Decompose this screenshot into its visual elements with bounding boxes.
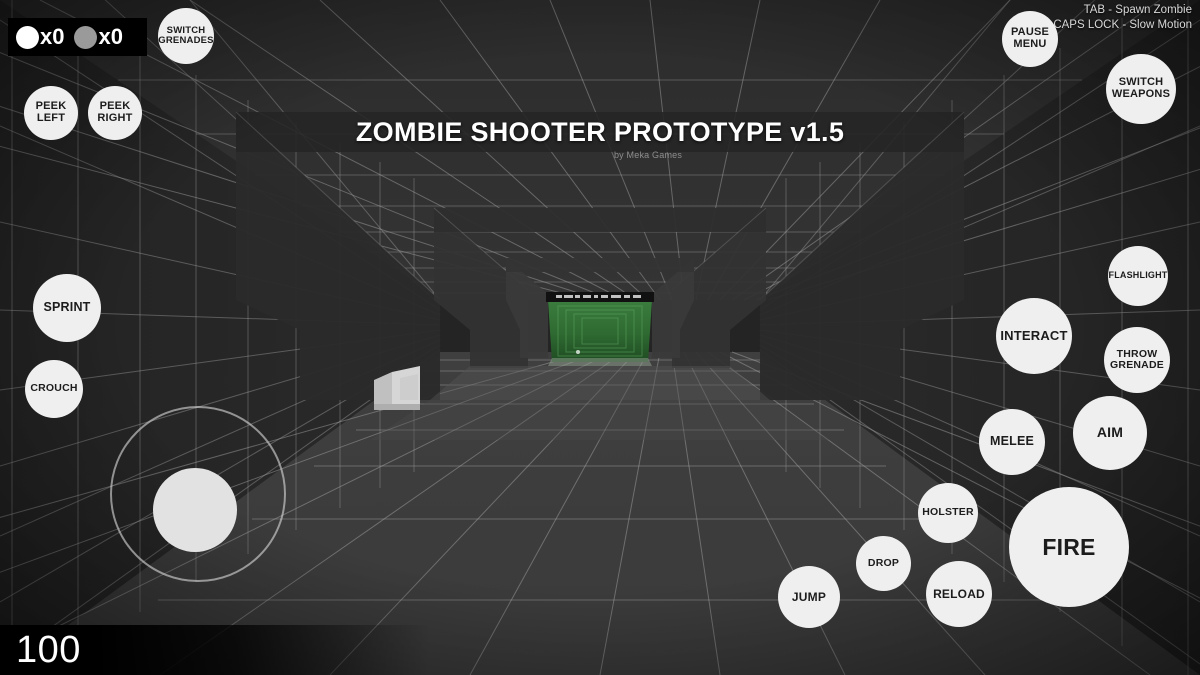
switch-weapons-label: SWITCH WEAPONS bbox=[1111, 76, 1171, 100]
melee-button[interactable]: MELEE bbox=[979, 409, 1045, 475]
fire-button[interactable]: FIRE bbox=[1009, 487, 1129, 607]
jump-button[interactable]: JUMP bbox=[778, 566, 840, 628]
aim-label: AIM bbox=[1096, 424, 1124, 441]
switch-weapons-button[interactable]: SWITCH WEAPONS bbox=[1106, 54, 1176, 124]
page-title: ZOMBIE SHOOTER PROTOTYPE v1.5 bbox=[355, 117, 845, 147]
drop-label: DROP bbox=[867, 556, 900, 569]
reload-button[interactable]: RELOAD bbox=[926, 561, 992, 627]
primary-ammo-group: x0 bbox=[16, 24, 65, 49]
sprint-button[interactable]: SPRINT bbox=[33, 274, 101, 342]
pause-menu-label: PAUSE MENU bbox=[1010, 26, 1050, 50]
jump-label: JUMP bbox=[791, 589, 827, 604]
peek-left-label: PEEK LEFT bbox=[35, 100, 67, 124]
crouch-label: CROUCH bbox=[30, 382, 78, 395]
health-value: 100 bbox=[16, 629, 81, 671]
peek-right-button[interactable]: PEEK RIGHT bbox=[88, 86, 142, 140]
holster-button[interactable]: HOLSTER bbox=[918, 483, 978, 543]
secondary-ammo-group: x0 bbox=[74, 24, 123, 49]
hud-overlay: x0 x0 ZOMBIE SHOOTER PROTOTYPE v1.5 by M… bbox=[0, 0, 1200, 675]
switch-grenades-button[interactable]: SWITCH GRENADES bbox=[158, 8, 214, 64]
holster-label: HOLSTER bbox=[922, 506, 974, 519]
interact-label: INTERACT bbox=[1000, 327, 1068, 343]
drop-button[interactable]: DROP bbox=[856, 536, 911, 591]
interact-button[interactable]: INTERACT bbox=[996, 298, 1072, 374]
sprint-label: SPRINT bbox=[43, 300, 91, 315]
pause-menu-button[interactable]: PAUSE MENU bbox=[1002, 11, 1058, 67]
key-hint-spawn-zombie: TAB - Spawn Zombie bbox=[1083, 4, 1192, 16]
throw-grenade-label: THROW GRENADE bbox=[1110, 347, 1164, 371]
peek-left-button[interactable]: PEEK LEFT bbox=[24, 86, 78, 140]
melee-label: MELEE bbox=[989, 434, 1035, 449]
grenade-icon bbox=[74, 25, 98, 49]
health-bar: 100 bbox=[0, 625, 430, 675]
peek-right-label: PEEK RIGHT bbox=[97, 100, 133, 124]
crouch-button[interactable]: CROUCH bbox=[25, 360, 83, 418]
throw-grenade-button[interactable]: THROW GRENADE bbox=[1104, 327, 1170, 393]
bullet-icon bbox=[16, 25, 39, 49]
flashlight-label: FLASHLIGHT bbox=[1108, 270, 1168, 281]
movement-joystick-knob[interactable] bbox=[153, 468, 237, 552]
reload-label: RELOAD bbox=[933, 586, 985, 601]
fire-label: FIRE bbox=[1042, 533, 1096, 560]
key-hint-slow-motion: CAPS LOCK - Slow Motion bbox=[1053, 19, 1192, 32]
flashlight-button[interactable]: FLASHLIGHT bbox=[1108, 246, 1168, 306]
keyboard-hints: TAB - Spawn Zombie CAPS LOCK - Slow Moti… bbox=[1053, 3, 1192, 33]
aim-button[interactable]: AIM bbox=[1073, 396, 1147, 470]
switch-grenades-label: SWITCH GRENADES bbox=[158, 24, 214, 46]
game-credit: by Meka Games bbox=[613, 150, 683, 160]
game-screen: x0 x0 ZOMBIE SHOOTER PROTOTYPE v1.5 by M… bbox=[0, 0, 1200, 675]
secondary-ammo-count: x0 bbox=[98, 24, 123, 49]
primary-ammo-count: x0 bbox=[40, 24, 65, 49]
ammo-counter-bar: x0 x0 bbox=[8, 18, 147, 56]
